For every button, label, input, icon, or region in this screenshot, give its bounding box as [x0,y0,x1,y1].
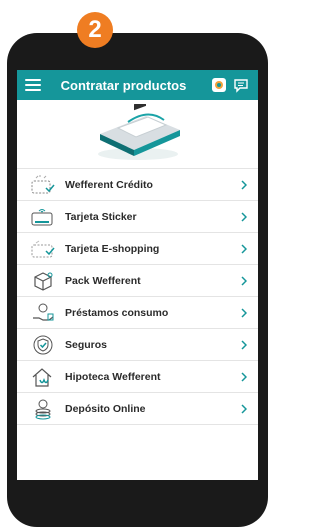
product-item[interactable]: Tarjeta E-shopping [17,233,258,265]
chevron-right-icon [238,371,250,382]
chevron-right-icon [238,275,250,286]
product-label: Wefferent Crédito [65,178,153,191]
chevron-right-icon [238,403,250,414]
product-label: Préstamos consumo [65,306,169,319]
box-icon [29,269,57,293]
card-sticker-icon [29,205,57,229]
chevron-right-icon [238,243,250,254]
chevron-right-icon [238,307,250,318]
card-terminal-illustration [17,100,258,169]
loan-hand-icon [29,301,57,325]
product-label: Tarjeta E-shopping [65,242,160,255]
product-label: Tarjeta Sticker [65,210,137,223]
product-item[interactable]: Préstamos consumo [17,297,258,329]
step-number-badge: 2 [77,12,113,48]
product-label: Depósito Online [65,402,146,415]
product-item[interactable]: Depósito Online [17,393,258,425]
product-label: Pack Wefferent [65,274,141,287]
chevron-right-icon [238,339,250,350]
assistant-icon[interactable] [210,76,228,94]
product-item[interactable]: Wefferent Crédito [17,169,258,201]
products-list: Wefferent Crédito Tarjeta Sticker Tarjet… [17,169,258,425]
app-header: Contratar productos [17,70,258,100]
menu-icon[interactable] [25,79,41,91]
product-item[interactable]: Seguros [17,329,258,361]
product-item[interactable]: Hipoteca Wefferent [17,361,258,393]
page-title: Contratar productos [60,77,187,93]
chevron-right-icon [238,179,250,190]
piggy-coins-icon [29,397,57,421]
product-label: Seguros [65,338,108,351]
product-item[interactable]: Pack Wefferent [17,265,258,297]
product-item[interactable]: Tarjeta Sticker [17,201,258,233]
product-label: Hipoteca Wefferent [65,370,161,383]
app-screen: Contratar productos Wefferent Crédito Ta… [17,70,258,480]
chat-icon[interactable] [232,76,250,94]
chevron-right-icon [238,211,250,222]
card-check-icon [29,173,57,197]
card-eshopping-icon [29,237,57,261]
shield-check-icon [29,333,57,357]
house-icon [29,365,57,389]
